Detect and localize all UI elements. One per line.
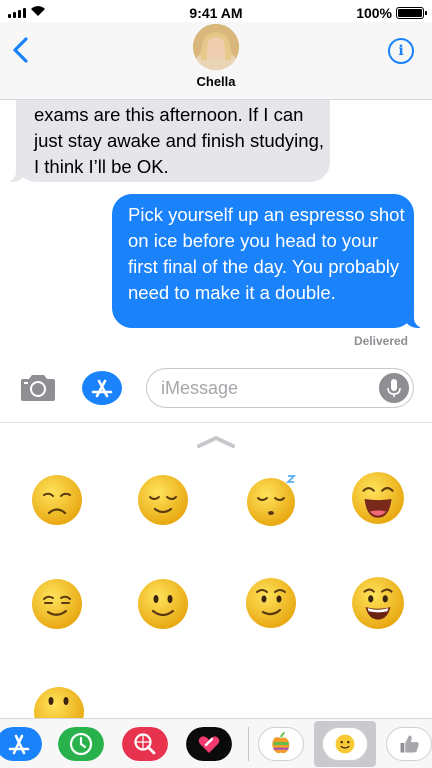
message-list[interactable]: exams are this afternoon. If I can just … bbox=[0, 100, 432, 358]
relieved-face-sticker[interactable] bbox=[136, 473, 190, 527]
chevron-left-icon[interactable] bbox=[10, 36, 34, 64]
smiley-sticker-icon[interactable] bbox=[322, 727, 368, 761]
avatar[interactable] bbox=[193, 24, 239, 70]
outgoing-message-text: Pick yourself up an espresso shot on ice… bbox=[128, 204, 405, 303]
incoming-message-bubble[interactable]: exams are this afternoon. If I can just … bbox=[4, 100, 330, 182]
thumbs-up-icon[interactable] bbox=[386, 727, 432, 761]
outgoing-message-bubble[interactable]: Pick yourself up an espresso shot on ice… bbox=[112, 194, 426, 328]
info-icon[interactable]: i bbox=[388, 38, 414, 64]
grinning-face-sticker[interactable] bbox=[350, 575, 406, 631]
smirking-face-sticker[interactable] bbox=[30, 577, 84, 631]
message-input[interactable]: iMessage bbox=[146, 368, 414, 408]
digital-touch-icon[interactable] bbox=[186, 727, 232, 761]
side-eye-face-sticker[interactable] bbox=[244, 575, 298, 631]
app-store-icon[interactable] bbox=[0, 727, 42, 761]
sleeping-face-sticker[interactable] bbox=[244, 473, 298, 527]
delivery-status: Delivered bbox=[353, 334, 408, 348]
compose-bar: iMessage bbox=[0, 358, 432, 422]
laughing-face-sticker[interactable] bbox=[350, 469, 406, 527]
smiling-face-sticker[interactable] bbox=[136, 577, 190, 631]
web-search-icon[interactable] bbox=[122, 727, 168, 761]
partial-face-sticker[interactable] bbox=[32, 685, 86, 718]
sticker-drawer[interactable] bbox=[0, 422, 432, 718]
message-input-placeholder: iMessage bbox=[161, 378, 239, 398]
app-drawer-strip bbox=[0, 718, 432, 768]
conversation-header: Chella i bbox=[0, 22, 432, 100]
sad-face-sticker[interactable] bbox=[30, 473, 84, 527]
app-store-icon[interactable] bbox=[82, 370, 122, 406]
battery-percentage: 100% bbox=[356, 5, 392, 21]
recents-clock-icon[interactable] bbox=[58, 727, 104, 761]
camera-icon[interactable] bbox=[18, 372, 58, 404]
microphone-icon[interactable] bbox=[379, 373, 409, 403]
battery-icon bbox=[396, 7, 427, 19]
apple-sticker-icon[interactable] bbox=[258, 727, 304, 761]
contact-name[interactable]: Chella bbox=[0, 74, 432, 89]
incoming-message-text: exams are this afternoon. If I can just … bbox=[34, 104, 324, 177]
strip-divider bbox=[248, 727, 249, 761]
chevron-up-icon[interactable] bbox=[196, 433, 236, 449]
